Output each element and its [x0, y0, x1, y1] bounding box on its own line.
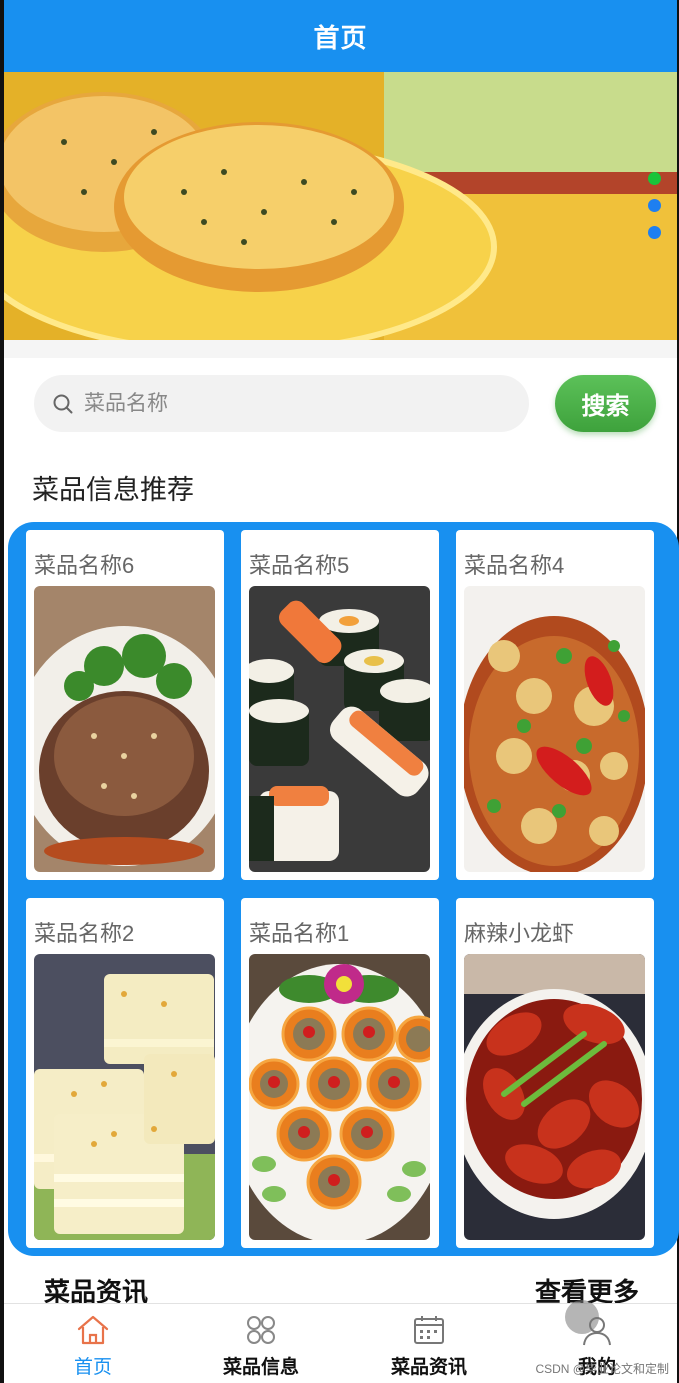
- dish-card[interactable]: 菜品名称6: [26, 530, 224, 880]
- dish-image: [34, 954, 215, 1240]
- dish-image: [34, 586, 215, 872]
- divider: [4, 340, 677, 358]
- search-input[interactable]: [84, 391, 464, 416]
- dish-name: 麻辣小龙虾: [464, 921, 575, 946]
- dish-card[interactable]: 麻辣小龙虾: [456, 898, 654, 1248]
- page-title: 首页: [313, 22, 368, 53]
- carousel-dot[interactable]: [648, 199, 661, 212]
- dish-image: [249, 586, 430, 872]
- banner-image: [4, 72, 677, 340]
- dish-name: 菜品名称1: [249, 921, 350, 946]
- carousel-indicators: [648, 172, 661, 239]
- search-icon: [53, 394, 73, 413]
- dish-name: 菜品名称5: [249, 553, 350, 578]
- tab-label: 首页: [73, 1357, 112, 1378]
- tab-home[interactable]: 首页: [8, 1304, 178, 1383]
- app-frame: 首页 菜品名称 搜索 菜品信息推荐 菜品名称6 菜品名称5 菜品名称4 菜品名称…: [0, 0, 679, 1383]
- search-button[interactable]: 搜索: [555, 375, 656, 432]
- dish-image: [464, 954, 645, 1240]
- tab-dish-news[interactable]: 菜品资讯: [344, 1304, 514, 1383]
- carousel-dot[interactable]: [648, 226, 661, 239]
- grid-icon: [247, 1316, 275, 1344]
- calendar-icon: [414, 1316, 444, 1344]
- banner-carousel[interactable]: [4, 72, 677, 340]
- recommend-grid: 菜品名称6 菜品名称5 菜品名称4 菜品名称2 菜品名称1 麻辣小龙虾: [8, 522, 679, 1256]
- touch-indicator: [565, 1300, 599, 1334]
- home-icon: [77, 1315, 109, 1345]
- top-navbar: 首页: [4, 0, 677, 72]
- watermark: CSDN @毕业论文和定制: [535, 1362, 669, 1376]
- dish-card[interactable]: 菜品名称2: [26, 898, 224, 1248]
- dish-card[interactable]: 菜品名称1: [241, 898, 439, 1248]
- news-section-header: 菜品资讯 查看更多: [4, 1262, 677, 1307]
- dish-card[interactable]: 菜品名称4: [456, 530, 654, 880]
- dish-card[interactable]: 菜品名称5: [241, 530, 439, 880]
- dish-image: [249, 954, 430, 1240]
- tab-dish-info[interactable]: 菜品信息: [176, 1304, 346, 1383]
- tab-label: 菜品资讯: [390, 1357, 467, 1378]
- dish-name: 菜品名称2: [34, 921, 135, 946]
- dish-image: [464, 586, 645, 872]
- dish-name: 菜品名称6: [34, 553, 135, 578]
- search-bar: 搜索: [34, 375, 656, 432]
- dish-name: 菜品名称4: [464, 553, 565, 578]
- recommend-section-title: 菜品信息推荐: [32, 475, 194, 505]
- carousel-dot[interactable]: [648, 172, 661, 185]
- search-field[interactable]: [34, 375, 529, 432]
- tab-label: 菜品信息: [222, 1357, 299, 1378]
